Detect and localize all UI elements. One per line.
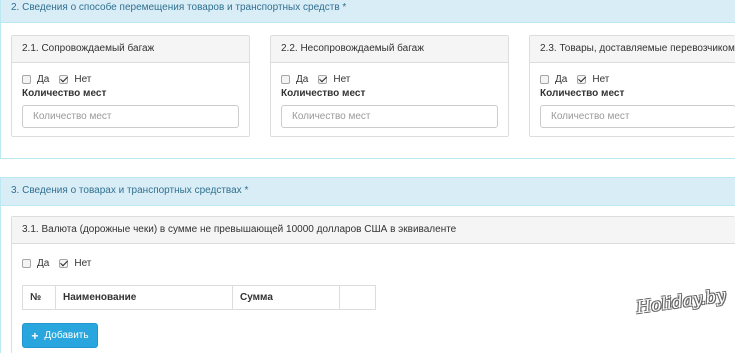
count-input[interactable] [281, 105, 498, 128]
no-label: Нет [74, 258, 92, 269]
yes-label: Да [296, 74, 309, 85]
yes-label: Да [37, 258, 50, 269]
panel-title: 2.2. Несопровождаемый багаж [271, 36, 508, 63]
no-checkbox[interactable] [318, 75, 328, 84]
count-label: Количество мест [22, 88, 107, 99]
add-button-label: Добавить [44, 330, 89, 341]
yes-no-group: Да Нет [22, 258, 101, 269]
no-checkbox[interactable] [577, 75, 587, 84]
currency-table: № Наименование Сумма [22, 285, 376, 310]
yes-label: Да [555, 74, 568, 85]
count-input[interactable] [540, 105, 735, 128]
column-header-name: Наименование [55, 285, 233, 310]
yes-label: Да [37, 74, 50, 85]
yes-checkbox[interactable] [22, 259, 31, 268]
yes-checkbox[interactable] [281, 75, 290, 84]
yes-no-group: Да Нет [540, 74, 619, 85]
column-header-number: № [22, 285, 56, 310]
plus-icon: + [31, 328, 39, 343]
panel-accompanied-baggage: 2.1. Сопровождаемый багаж Да Нет Количес… [11, 35, 250, 137]
no-label: Нет [592, 74, 610, 85]
count-label: Количество мест [281, 88, 366, 99]
panel-title: 2.1. Сопровождаемый багаж [12, 36, 249, 63]
panel-title: 3.1. Валюта (дорожные чеки) в сумме не п… [12, 217, 735, 244]
yes-checkbox[interactable] [22, 75, 31, 84]
panel-unaccompanied-baggage: 2.2. Несопровождаемый багаж Да Нет Колич… [270, 35, 509, 137]
yes-no-group: Да Нет [22, 74, 101, 85]
count-label: Количество мест [540, 88, 625, 99]
panel-title: 2.3. Товары, доставляемые перевозчиком [530, 36, 735, 63]
column-header-amount: Сумма [232, 285, 340, 310]
add-button[interactable]: + Добавить [22, 323, 98, 348]
table-header-row: № Наименование Сумма [22, 285, 376, 310]
section-3-title: 3. Сведения о товарах и транспортных сре… [1, 178, 735, 206]
section-2-title: 2. Сведения о способе перемещения товаро… [1, 0, 735, 23]
no-checkbox[interactable] [59, 75, 69, 84]
yes-no-group: Да Нет [281, 74, 360, 85]
no-label: Нет [74, 74, 92, 85]
count-input[interactable] [22, 105, 239, 128]
yes-checkbox[interactable] [540, 75, 549, 84]
panel-carrier-goods: 2.3. Товары, доставляемые перевозчиком Д… [529, 35, 735, 137]
no-label: Нет [333, 74, 351, 85]
column-header-actions [339, 285, 376, 310]
no-checkbox[interactable] [59, 259, 69, 268]
